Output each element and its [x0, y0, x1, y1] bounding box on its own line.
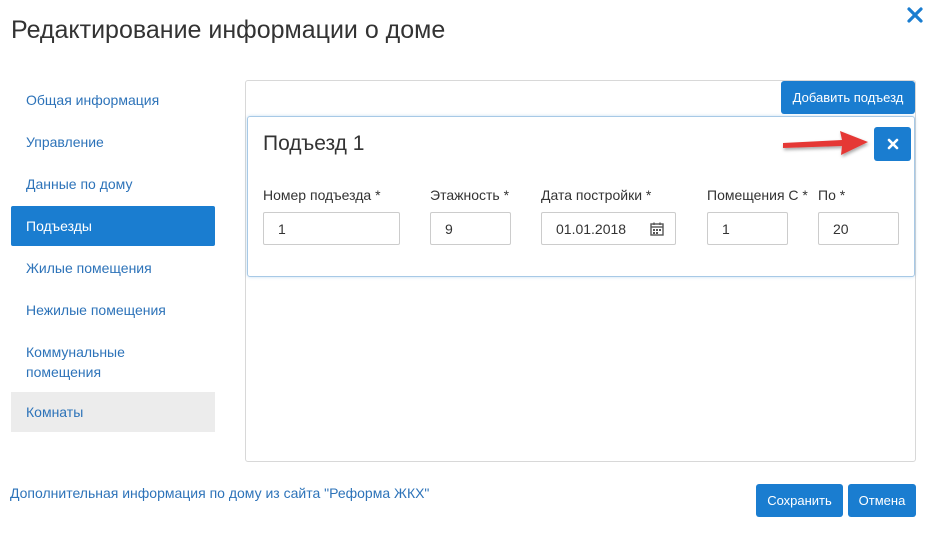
- sidebar-item-management[interactable]: Управление: [11, 122, 215, 162]
- entrance-number-label: Номер подъезда *: [263, 187, 381, 203]
- entrance-number-input[interactable]: 1: [263, 212, 400, 245]
- sidebar-item-entrances[interactable]: Подъезды: [11, 206, 215, 246]
- save-button[interactable]: Сохранить: [756, 484, 843, 517]
- calendar-button[interactable]: [639, 212, 676, 245]
- build-date-label: Дата постройки *: [541, 187, 652, 203]
- sidebar-item-house-data[interactable]: Данные по дому: [11, 164, 215, 204]
- sidebar-item-label: Управление: [26, 134, 104, 150]
- floors-label: Этажность *: [430, 187, 510, 203]
- reform-info-link[interactable]: Дополнительная информация по дому из сай…: [10, 485, 429, 501]
- sidebar-item-label: Общая информация: [26, 92, 160, 108]
- sidebar-item-general[interactable]: Общая информация: [11, 80, 215, 120]
- entrance-title: Подъезд 1: [263, 132, 365, 155]
- arrow-annotation-icon: [783, 131, 868, 155]
- sidebar-item-residential[interactable]: Жилые помещения: [11, 248, 215, 288]
- rooms-to-label: По *: [818, 187, 846, 203]
- rooms-to-input[interactable]: 20: [818, 212, 899, 245]
- build-date-input[interactable]: 01.01.2018: [541, 212, 640, 245]
- close-icon: [887, 138, 898, 150]
- sidebar-item-nonresidential[interactable]: Нежилые помещения: [11, 290, 215, 330]
- rooms-from-label: Помещения С *: [707, 187, 808, 203]
- sidebar-item-label: Коммунальные помещения: [26, 344, 125, 380]
- sidebar-item-communal[interactable]: Коммунальные помещения: [11, 332, 215, 390]
- cancel-button[interactable]: Отмена: [848, 484, 916, 517]
- remove-entrance-button[interactable]: [874, 127, 911, 161]
- sidebar-item-rooms[interactable]: Комнаты: [11, 392, 215, 432]
- page-title: Редактирование информации о доме: [11, 16, 446, 44]
- sidebar-item-label: Нежилые помещения: [26, 302, 166, 318]
- sidebar-item-label: Подъезды: [26, 218, 92, 234]
- rooms-from-input[interactable]: 1: [707, 212, 788, 245]
- sidebar-item-label: Жилые помещения: [26, 260, 152, 276]
- sidebar-item-label: Комнаты: [26, 404, 84, 420]
- add-entrance-button[interactable]: Добавить подъезд: [781, 81, 915, 114]
- sidebar-item-label: Данные по дому: [26, 176, 133, 192]
- floors-input[interactable]: 9: [430, 212, 511, 245]
- close-icon[interactable]: [902, 2, 928, 28]
- calendar-icon: [650, 222, 664, 236]
- sidebar-nav: Общая информация Управление Данные по до…: [11, 80, 215, 434]
